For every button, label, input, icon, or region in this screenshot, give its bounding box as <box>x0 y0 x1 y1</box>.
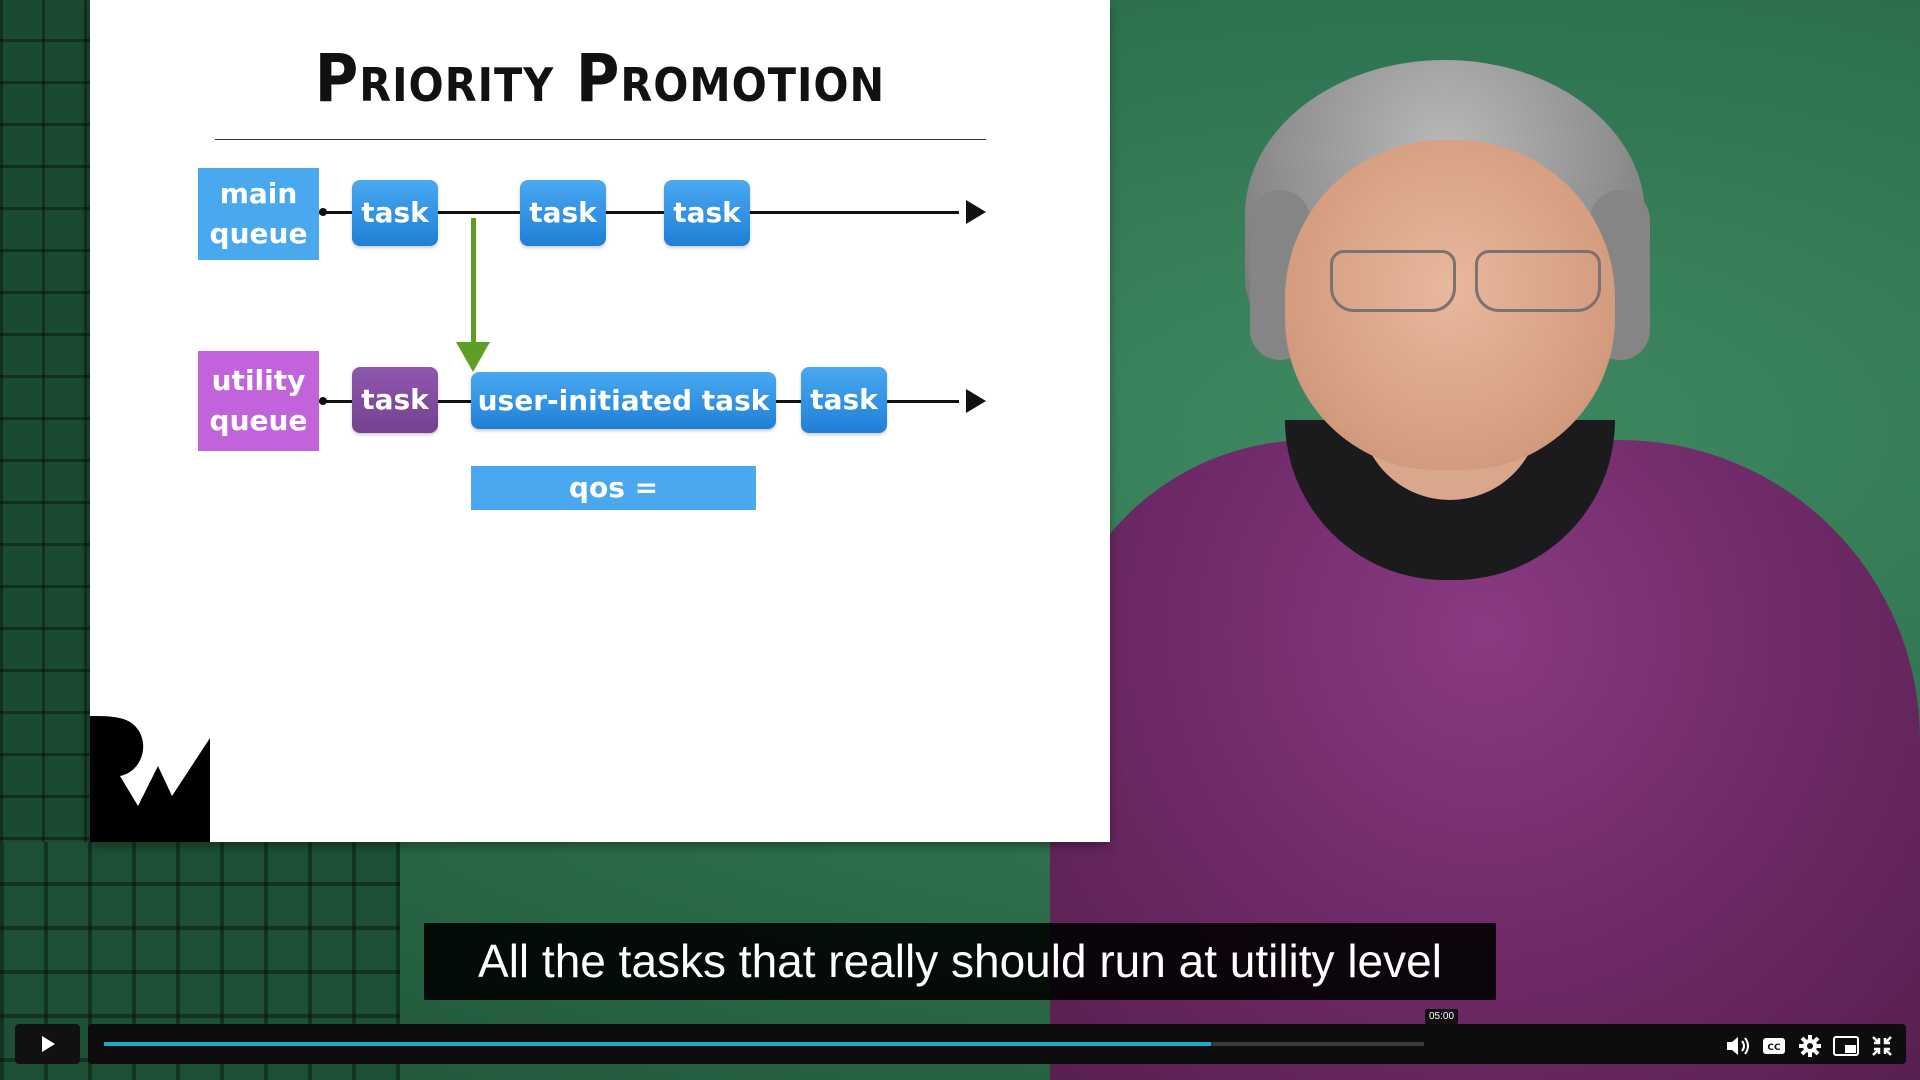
main-task-3: task <box>664 180 750 246</box>
slide-title: Priority Promotion <box>314 40 886 117</box>
settings-button[interactable] <box>1796 1032 1824 1060</box>
closed-captions-icon: CC <box>1763 1038 1785 1054</box>
volume-button[interactable] <box>1724 1032 1752 1060</box>
utility-task-1: task <box>352 367 438 433</box>
exit-fullscreen-button[interactable] <box>1868 1032 1896 1060</box>
picture-in-picture-button[interactable] <box>1832 1032 1860 1060</box>
utility-queue-label: utility queue <box>198 351 319 451</box>
main-queue-label: main queue <box>198 168 319 260</box>
promotion-arrow-shaft <box>471 218 476 350</box>
user-initiated-task: user-initiated task <box>471 372 776 429</box>
title-divider <box>215 139 986 140</box>
progress-track[interactable] <box>104 1042 1424 1046</box>
time-tooltip: 05:00 <box>1425 1009 1459 1024</box>
utility-task-3: task <box>801 367 887 433</box>
progress-bar[interactable]: 05:00 CC <box>88 1009 1906 1064</box>
exit-fullscreen-icon <box>1872 1036 1892 1056</box>
presenter-glasses <box>1310 250 1601 312</box>
play-button[interactable] <box>15 1024 80 1064</box>
qos-label: qos = userInitiated <box>471 466 756 548</box>
main-queue-arrowhead <box>966 200 986 224</box>
play-icon <box>41 1036 55 1052</box>
rw-logo <box>90 716 210 842</box>
volume-icon <box>1727 1037 1749 1055</box>
utility-queue-arrowhead <box>966 389 986 413</box>
progress-fill <box>104 1042 1212 1046</box>
presentation-slide: Priority Promotion main queue task task … <box>90 0 1110 842</box>
closed-captions-button[interactable]: CC <box>1760 1032 1788 1060</box>
subtitle-caption: All the tasks that really should run at … <box>424 923 1496 1000</box>
main-task-1: task <box>352 180 438 246</box>
promotion-arrow-head <box>456 342 490 372</box>
main-task-2: task <box>520 180 606 246</box>
svg-text:CC: CC <box>1767 1043 1781 1053</box>
video-controls: 05:00 CC <box>0 1009 1920 1080</box>
settings-icon <box>1799 1035 1821 1057</box>
picture-in-picture-icon <box>1833 1036 1859 1056</box>
